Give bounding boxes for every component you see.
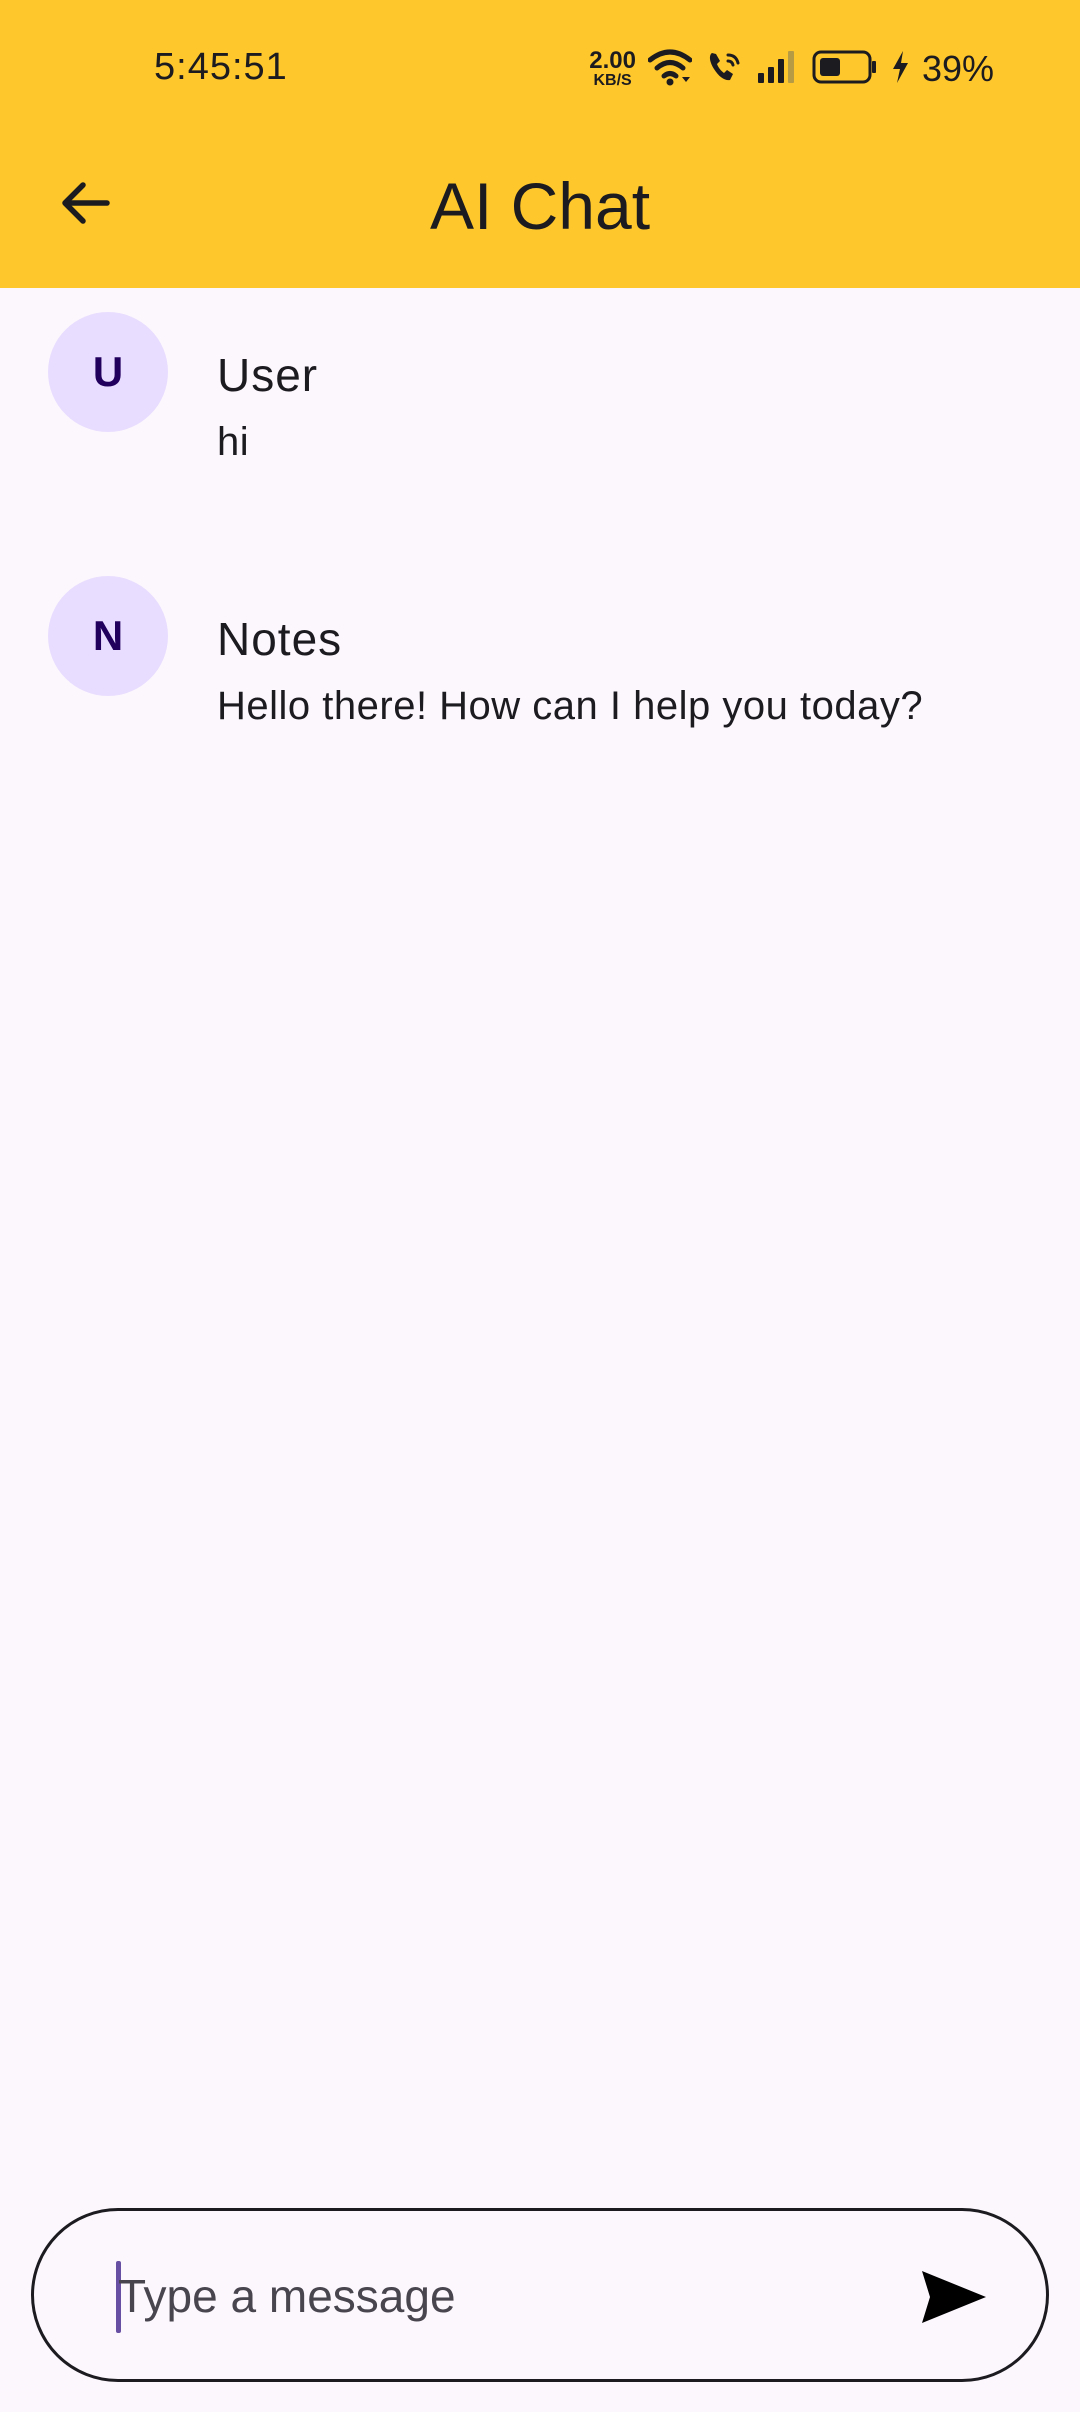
avatar: N — [48, 576, 168, 696]
cellular-signal-icon — [756, 49, 800, 90]
status-bar: 5:45:51 2.00 KB/S 39% — [0, 0, 1080, 140]
message-sender: Notes — [217, 613, 343, 665]
message-text: Hello there! How can I help you today? — [217, 684, 924, 728]
network-speed-unit: KB/S — [593, 72, 632, 89]
charging-bolt-icon — [890, 49, 910, 90]
status-icons: 2.00 KB/S 39% — [589, 44, 994, 94]
wifi-calling-icon — [704, 47, 744, 92]
network-speed-value: 2.00 — [589, 47, 636, 74]
wifi-icon — [647, 47, 693, 92]
message-text: hi — [217, 420, 250, 464]
page-title: AI Chat — [429, 169, 651, 243]
battery-icon — [812, 49, 878, 90]
send-button[interactable] — [912, 2257, 996, 2341]
app-bar: AI Chat — [0, 140, 1080, 288]
list-item: U User hi — [0, 312, 1080, 472]
message-input[interactable] — [118, 2251, 878, 2341]
status-time: 5:45:51 — [154, 46, 288, 88]
network-speed: 2.00 KB/S — [589, 49, 636, 89]
battery-percent: 39% — [921, 48, 994, 89]
list-item: N Notes Hello there! How can I help you … — [0, 576, 1080, 736]
chat-screen: 5:45:51 2.00 KB/S 39% AI Chat U User hi … — [0, 0, 1080, 2412]
send-icon — [920, 2267, 988, 2332]
message-composer — [31, 2208, 1049, 2382]
top-bar: 5:45:51 2.00 KB/S 39% AI Chat — [0, 0, 1080, 288]
avatar: U — [48, 312, 168, 432]
message-sender: User — [217, 349, 319, 401]
